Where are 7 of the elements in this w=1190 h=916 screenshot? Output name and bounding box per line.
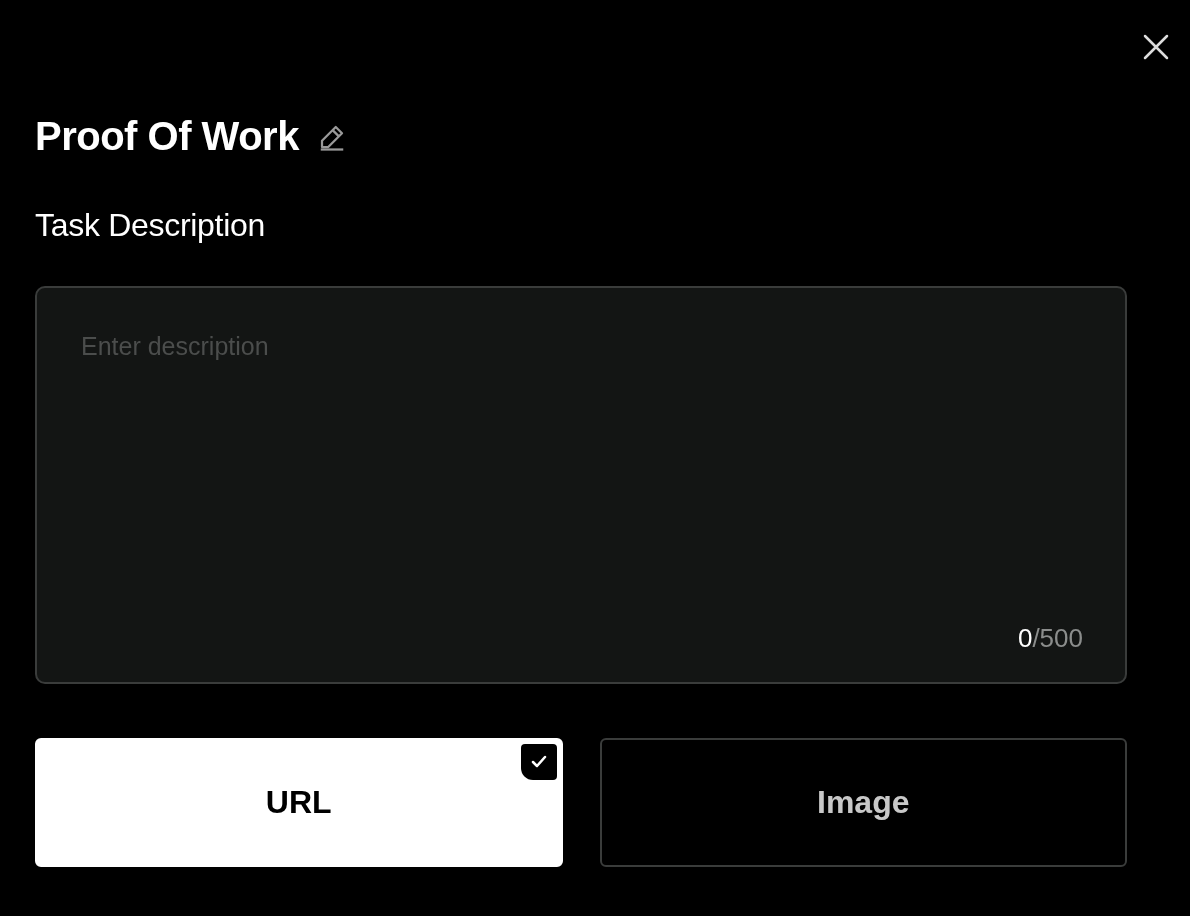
field-label: Task Description (35, 207, 266, 244)
option-card[interactable]: Image (599, 738, 1127, 867)
close-icon (1143, 34, 1169, 60)
character-counter: 0/500 (1017, 623, 1083, 654)
check-icon (520, 744, 557, 780)
option-card[interactable]: URL (35, 738, 563, 867)
dialog-title: Proof Of Work (35, 114, 299, 159)
